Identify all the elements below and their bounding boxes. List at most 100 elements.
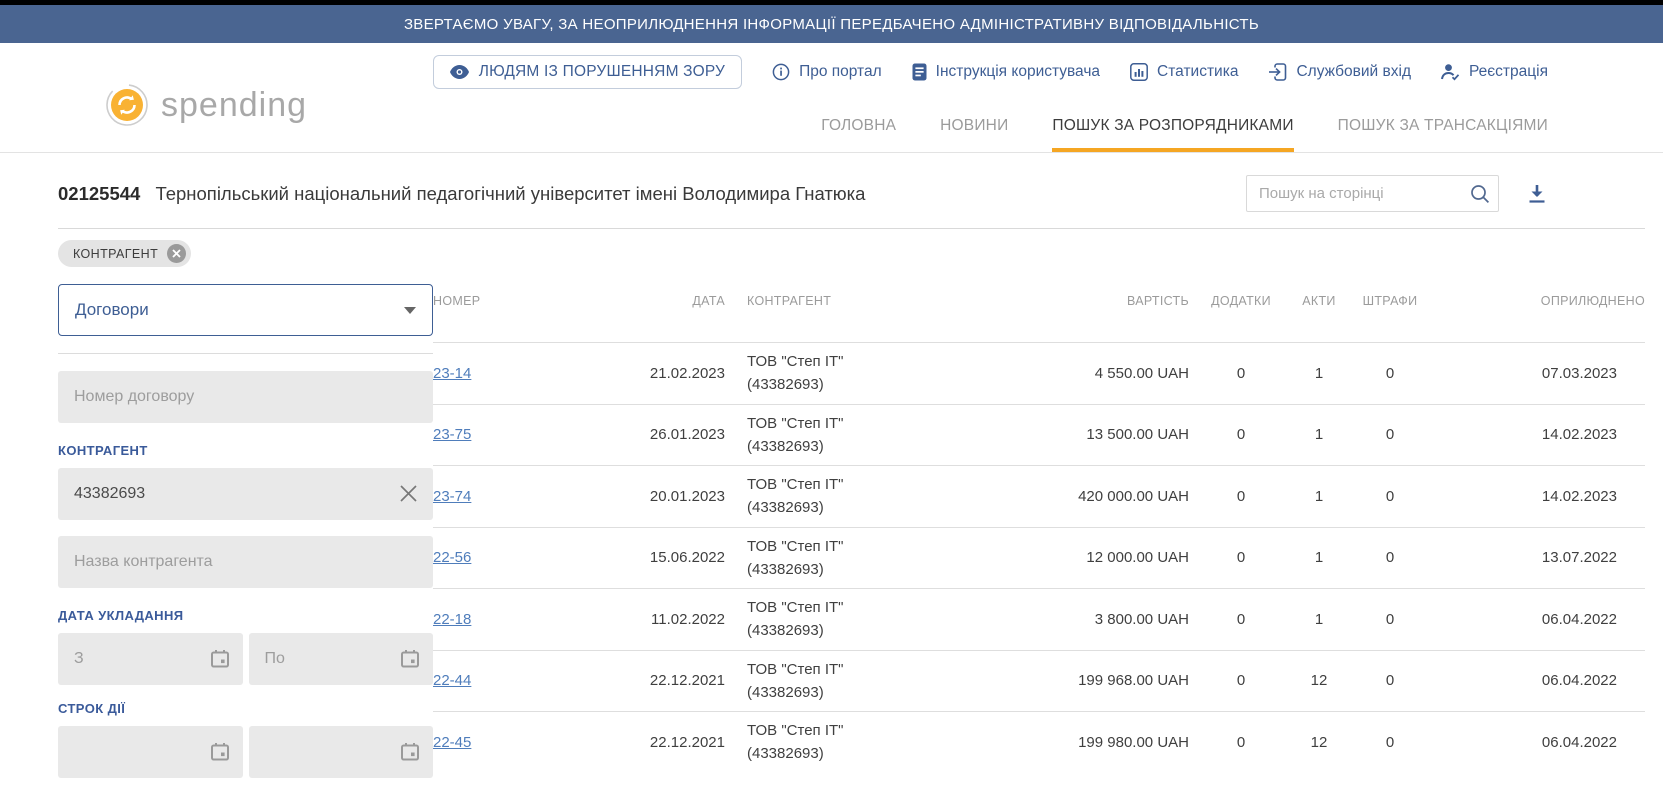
contract-value: 3 800.00 UAH bbox=[939, 611, 1189, 628]
tab-search-by-spenders[interactable]: ПОШУК ЗА РОЗПОРЯДНИКАМИ bbox=[1052, 117, 1293, 152]
title-row: 02125544 Тернопільський національний пед… bbox=[58, 175, 1645, 212]
acts-count: 1 bbox=[1293, 611, 1345, 628]
header-link-manual[interactable]: Інструкція користувача bbox=[912, 63, 1100, 81]
published-date: 06.04.2022 bbox=[1435, 611, 1645, 628]
contract-link[interactable]: 22-18 bbox=[433, 611, 471, 628]
active-filters-row: КОНТРАГЕНТ bbox=[58, 240, 1645, 267]
spending-logo[interactable]: spending bbox=[105, 83, 307, 127]
calendar-icon[interactable] bbox=[399, 741, 421, 763]
attachments-count: 0 bbox=[1201, 365, 1281, 382]
tab-home[interactable]: ГОЛОВНА bbox=[821, 117, 896, 152]
counterparty-cell: ТОВ "Степ ІТ" (43382693) bbox=[747, 658, 927, 705]
contract-link[interactable]: 23-74 bbox=[433, 488, 471, 505]
counterparty-cell: ТОВ "Степ ІТ" (43382693) bbox=[747, 412, 927, 459]
fines-count: 0 bbox=[1357, 488, 1423, 505]
tab-search-by-transactions[interactable]: ПОШУК ЗА ТРАНСАКЦІЯМИ bbox=[1338, 117, 1548, 152]
site-header: spending ЛЮДЯМ ІЗ ПОРУШЕННЯМ ЗОРУ Про по… bbox=[0, 43, 1663, 153]
acts-count: 1 bbox=[1293, 426, 1345, 443]
clear-icon[interactable] bbox=[398, 483, 419, 504]
published-date: 14.02.2023 bbox=[1435, 426, 1645, 443]
counterparty-code: (43382693) bbox=[747, 496, 927, 519]
counterparty-name-input[interactable] bbox=[58, 536, 433, 588]
column-header-fines: ШТРАФИ bbox=[1357, 294, 1423, 308]
table-row: 22-18 11.02.2022 ТОВ "Степ ІТ" (43382693… bbox=[433, 588, 1645, 650]
warning-banner-text: ЗВЕРТАЄМО УВАГУ, ЗА НЕОПРИЛЮДНЕННЯ ІНФОР… bbox=[404, 16, 1259, 33]
fines-count: 0 bbox=[1357, 549, 1423, 566]
header-link-registration[interactable]: Реєстрація bbox=[1441, 63, 1548, 81]
sidebar-divider bbox=[58, 353, 433, 354]
warning-banner: ЗВЕРТАЄМО УВАГУ, ЗА НЕОПРИЛЮДНЕННЯ ІНФОР… bbox=[0, 5, 1663, 43]
column-header-date: ДАТА bbox=[595, 294, 735, 308]
counterparty-name: ТОВ "Степ ІТ" bbox=[747, 473, 927, 496]
chip-remove-icon[interactable] bbox=[167, 244, 186, 263]
contract-link[interactable]: 22-56 bbox=[433, 549, 471, 566]
contract-date: 26.01.2023 bbox=[595, 426, 735, 443]
acts-count: 1 bbox=[1293, 549, 1345, 566]
column-header-attachments: ДОДАТКИ bbox=[1201, 294, 1281, 308]
table-row: 22-56 15.06.2022 ТОВ "Степ ІТ" (43382693… bbox=[433, 527, 1645, 589]
main-content: 02125544 Тернопільський національний пед… bbox=[0, 175, 1663, 794]
published-date: 13.07.2022 bbox=[1435, 549, 1645, 566]
fines-count: 0 bbox=[1357, 734, 1423, 751]
counterparty-cell: ТОВ "Степ ІТ" (43382693) bbox=[747, 473, 927, 520]
page-search bbox=[1246, 175, 1499, 212]
contract-date: 21.02.2023 bbox=[595, 365, 735, 382]
manual-icon bbox=[912, 63, 927, 81]
header-link-about[interactable]: Про портал bbox=[772, 63, 882, 81]
contract-value: 199 968.00 UAH bbox=[939, 672, 1189, 689]
attachments-count: 0 bbox=[1201, 734, 1281, 751]
published-date: 06.04.2022 bbox=[1435, 734, 1645, 751]
contract-link[interactable]: 23-14 bbox=[433, 365, 471, 382]
edrpou-code: 02125544 bbox=[58, 183, 140, 204]
column-header-published: ОПРИЛЮДНЕНО bbox=[1435, 294, 1645, 308]
counterparty-code: (43382693) bbox=[747, 619, 927, 642]
document-type-select[interactable]: Договори bbox=[58, 284, 433, 336]
contract-link[interactable]: 23-75 bbox=[433, 426, 471, 443]
contract-link[interactable]: 22-44 bbox=[433, 672, 471, 689]
counterparty-label: КОНТРАГЕНТ bbox=[58, 443, 433, 458]
attachments-count: 0 bbox=[1201, 488, 1281, 505]
counterparty-name: ТОВ "Степ ІТ" bbox=[747, 535, 927, 558]
column-header-value: ВАРТІСТЬ bbox=[939, 294, 1189, 308]
column-header-acts: АКТИ bbox=[1293, 294, 1345, 308]
contract-number-input[interactable] bbox=[58, 371, 433, 423]
download-button[interactable] bbox=[1525, 182, 1549, 206]
header-link-statistics[interactable]: Статистика bbox=[1130, 63, 1238, 81]
acts-count: 1 bbox=[1293, 365, 1345, 382]
register-icon bbox=[1441, 63, 1460, 81]
column-header-number: НОМЕР bbox=[433, 294, 583, 308]
contract-link[interactable]: 22-45 bbox=[433, 734, 471, 751]
counterparty-code: (43382693) bbox=[747, 742, 927, 765]
contract-value: 4 550.00 UAH bbox=[939, 365, 1189, 382]
counterparty-name: ТОВ "Степ ІТ" bbox=[747, 412, 927, 435]
page-search-input[interactable] bbox=[1247, 185, 1462, 202]
eye-icon bbox=[450, 65, 469, 79]
contracts-table: НОМЕР ДАТА КОНТРАГЕНТ ВАРТІСТЬ ДОДАТКИ А… bbox=[433, 276, 1645, 773]
contract-date: 22.12.2021 bbox=[595, 734, 735, 751]
counterparty-code-input[interactable] bbox=[58, 468, 433, 520]
filters-sidebar: Договори КОНТРАГЕНТ ДАТА УКЛАДАННЯ bbox=[58, 276, 433, 794]
calendar-icon[interactable] bbox=[209, 648, 231, 670]
content-divider bbox=[58, 228, 1645, 229]
accessibility-button[interactable]: ЛЮДЯМ ІЗ ПОРУШЕННЯМ ЗОРУ bbox=[433, 55, 742, 89]
counterparty-code: (43382693) bbox=[747, 373, 927, 396]
header-link-service-login[interactable]: Службовий вхід bbox=[1268, 63, 1411, 81]
page-title: Тернопільський національний педагогічний… bbox=[155, 183, 865, 204]
counterparty-name: ТОВ "Степ ІТ" bbox=[747, 658, 927, 681]
login-icon bbox=[1268, 63, 1287, 81]
document-type-value: Договори bbox=[75, 300, 149, 320]
download-icon bbox=[1525, 182, 1549, 206]
search-button[interactable] bbox=[1462, 176, 1498, 211]
statistics-icon bbox=[1130, 63, 1148, 81]
calendar-icon[interactable] bbox=[399, 648, 421, 670]
attachments-count: 0 bbox=[1201, 672, 1281, 689]
table-row: 23-14 21.02.2023 ТОВ "Степ ІТ" (43382693… bbox=[433, 342, 1645, 404]
tab-news[interactable]: НОВИНИ bbox=[940, 117, 1008, 152]
table-row: 22-45 22.12.2021 ТОВ "Степ ІТ" (43382693… bbox=[433, 711, 1645, 773]
counterparty-name: ТОВ "Степ ІТ" bbox=[747, 350, 927, 373]
logo-text: spending bbox=[161, 86, 307, 125]
header-links: ЛЮДЯМ ІЗ ПОРУШЕННЯМ ЗОРУ Про портал Інст… bbox=[105, 43, 1548, 89]
counterparty-name: ТОВ "Степ ІТ" bbox=[747, 719, 927, 742]
calendar-icon[interactable] bbox=[209, 741, 231, 763]
counterparty-cell: ТОВ "Степ ІТ" (43382693) bbox=[747, 350, 927, 397]
